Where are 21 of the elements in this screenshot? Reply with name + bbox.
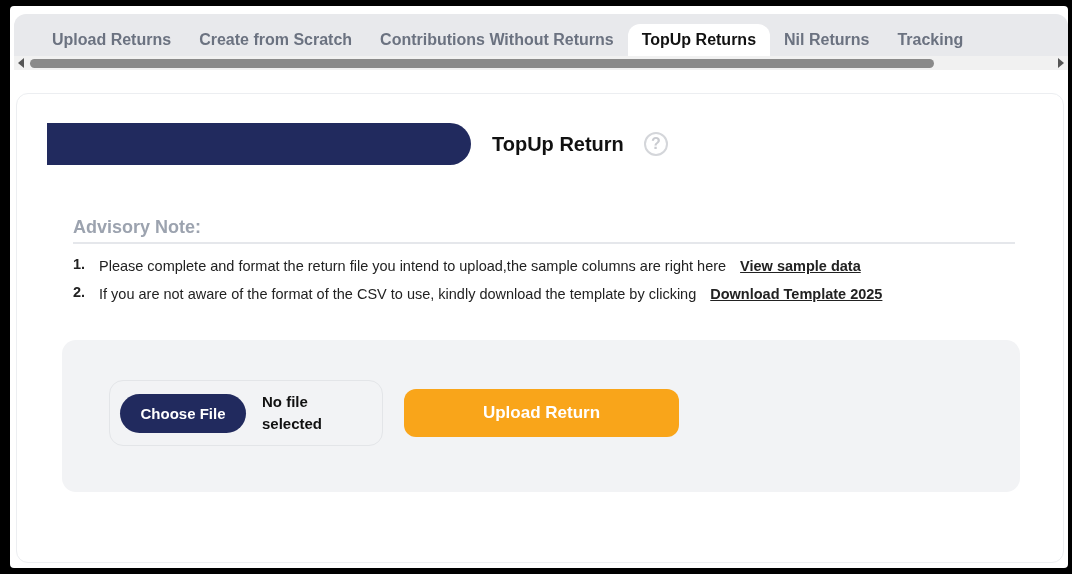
- scroll-right-icon[interactable]: [1058, 58, 1064, 68]
- panel-title: TopUp Return: [492, 132, 624, 156]
- item-number: 2.: [73, 284, 87, 302]
- tab[interactable]: Contributions Without Returns: [366, 24, 628, 56]
- tab[interactable]: TopUp Returns: [627, 24, 771, 56]
- choose-file-button[interactable]: Choose File: [120, 393, 246, 433]
- advisory-text: If you are not aware of the format of the CSV to use, kindly download the template by clicking Download Template 2025: [99, 285, 883, 304]
- scroll-left-icon[interactable]: [18, 58, 24, 68]
- advisory-text: Please complete and format the return file you intend to upload,the sample columns are right here View sample data: [99, 257, 861, 276]
- link[interactable]: View sample data: [740, 258, 861, 274]
- tab[interactable]: Create from Scratch: [185, 24, 367, 56]
- tab[interactable]: Nil Returns: [770, 24, 884, 56]
- link[interactable]: Download Template 2025: [710, 286, 883, 302]
- advisory-heading: Advisory Note:: [73, 217, 1015, 244]
- scrollbar-thumb[interactable]: [30, 58, 934, 68]
- tab[interactable]: Upload Returns: [38, 24, 186, 56]
- item-number: 1.: [73, 256, 87, 274]
- file-input[interactable]: Choose File No file selected: [109, 380, 383, 446]
- tab[interactable]: Tracking: [883, 24, 978, 56]
- upload-return-button[interactable]: Upload Return: [404, 389, 679, 437]
- file-status: No file selected: [262, 392, 324, 434]
